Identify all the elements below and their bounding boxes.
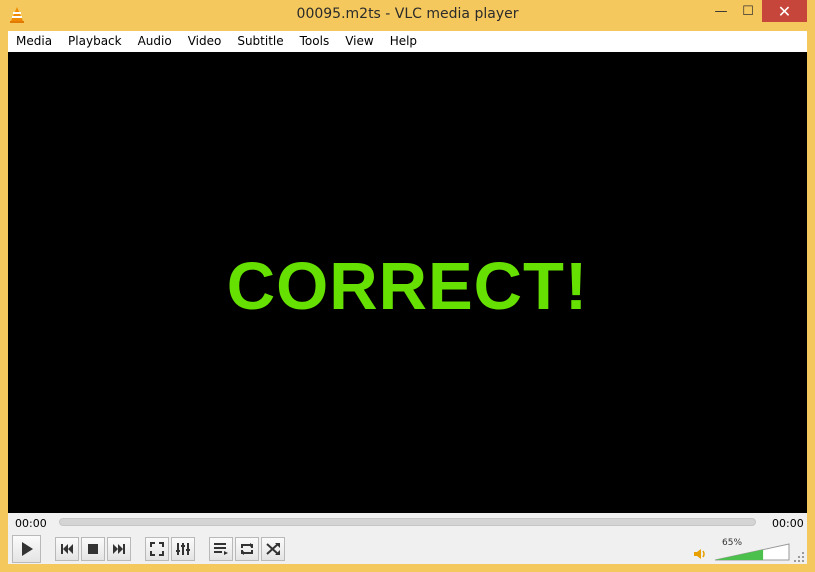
extended-settings-icon [176,543,190,555]
menu-media[interactable]: Media [8,31,60,52]
menu-subtitle[interactable]: Subtitle [229,31,291,52]
play-button[interactable] [12,535,41,563]
video-area[interactable]: CORRECT! [8,52,807,513]
resize-grip-icon[interactable] [794,552,804,562]
minimize-icon: — [714,3,728,19]
menu-tools[interactable]: Tools [292,31,338,52]
elapsed-time[interactable]: 00:00 [15,517,47,530]
previous-icon [61,544,73,554]
maximize-icon: ☐ [742,3,754,19]
playlist-button[interactable] [209,537,233,561]
menu-help[interactable]: Help [382,31,425,52]
minimize-button[interactable]: — [708,0,734,22]
close-icon: ✕ [777,1,792,21]
stop-icon [88,544,98,554]
menu-playback[interactable]: Playback [60,31,130,52]
volume-slider[interactable] [714,543,790,561]
video-overlay-text: CORRECT! [226,249,589,324]
title-bar[interactable]: 00095.m2ts - VLC media player — ☐ ✕ [0,0,815,31]
fullscreen-icon [150,542,164,556]
control-panel: 00:00 00:00 65% [8,513,807,564]
menu-video[interactable]: Video [180,31,230,52]
playlist-icon [214,543,228,555]
play-icon [21,542,33,556]
vlc-window: 00095.m2ts - VLC media player — ☐ ✕ Medi… [0,0,815,572]
loop-button[interactable] [235,537,259,561]
menu-view[interactable]: View [337,31,381,52]
loop-icon [241,543,253,555]
previous-button[interactable] [55,537,79,561]
client-area: Media Playback Audio Video Subtitle Tool… [8,31,807,564]
seek-bar[interactable] [59,518,756,526]
menu-audio[interactable]: Audio [130,31,180,52]
next-icon [113,544,125,554]
fullscreen-button[interactable] [145,537,169,561]
window-title: 00095.m2ts - VLC media player [296,6,519,22]
total-time[interactable]: 00:00 [772,517,804,530]
speaker-icon[interactable] [693,547,707,561]
menu-bar: Media Playback Audio Video Subtitle Tool… [8,31,807,52]
shuffle-icon [266,543,280,555]
extended-settings-button[interactable] [171,537,195,561]
stop-button[interactable] [81,537,105,561]
next-button[interactable] [107,537,131,561]
shuffle-button[interactable] [261,537,285,561]
maximize-button[interactable]: ☐ [735,0,761,22]
close-button[interactable]: ✕ [762,0,807,22]
